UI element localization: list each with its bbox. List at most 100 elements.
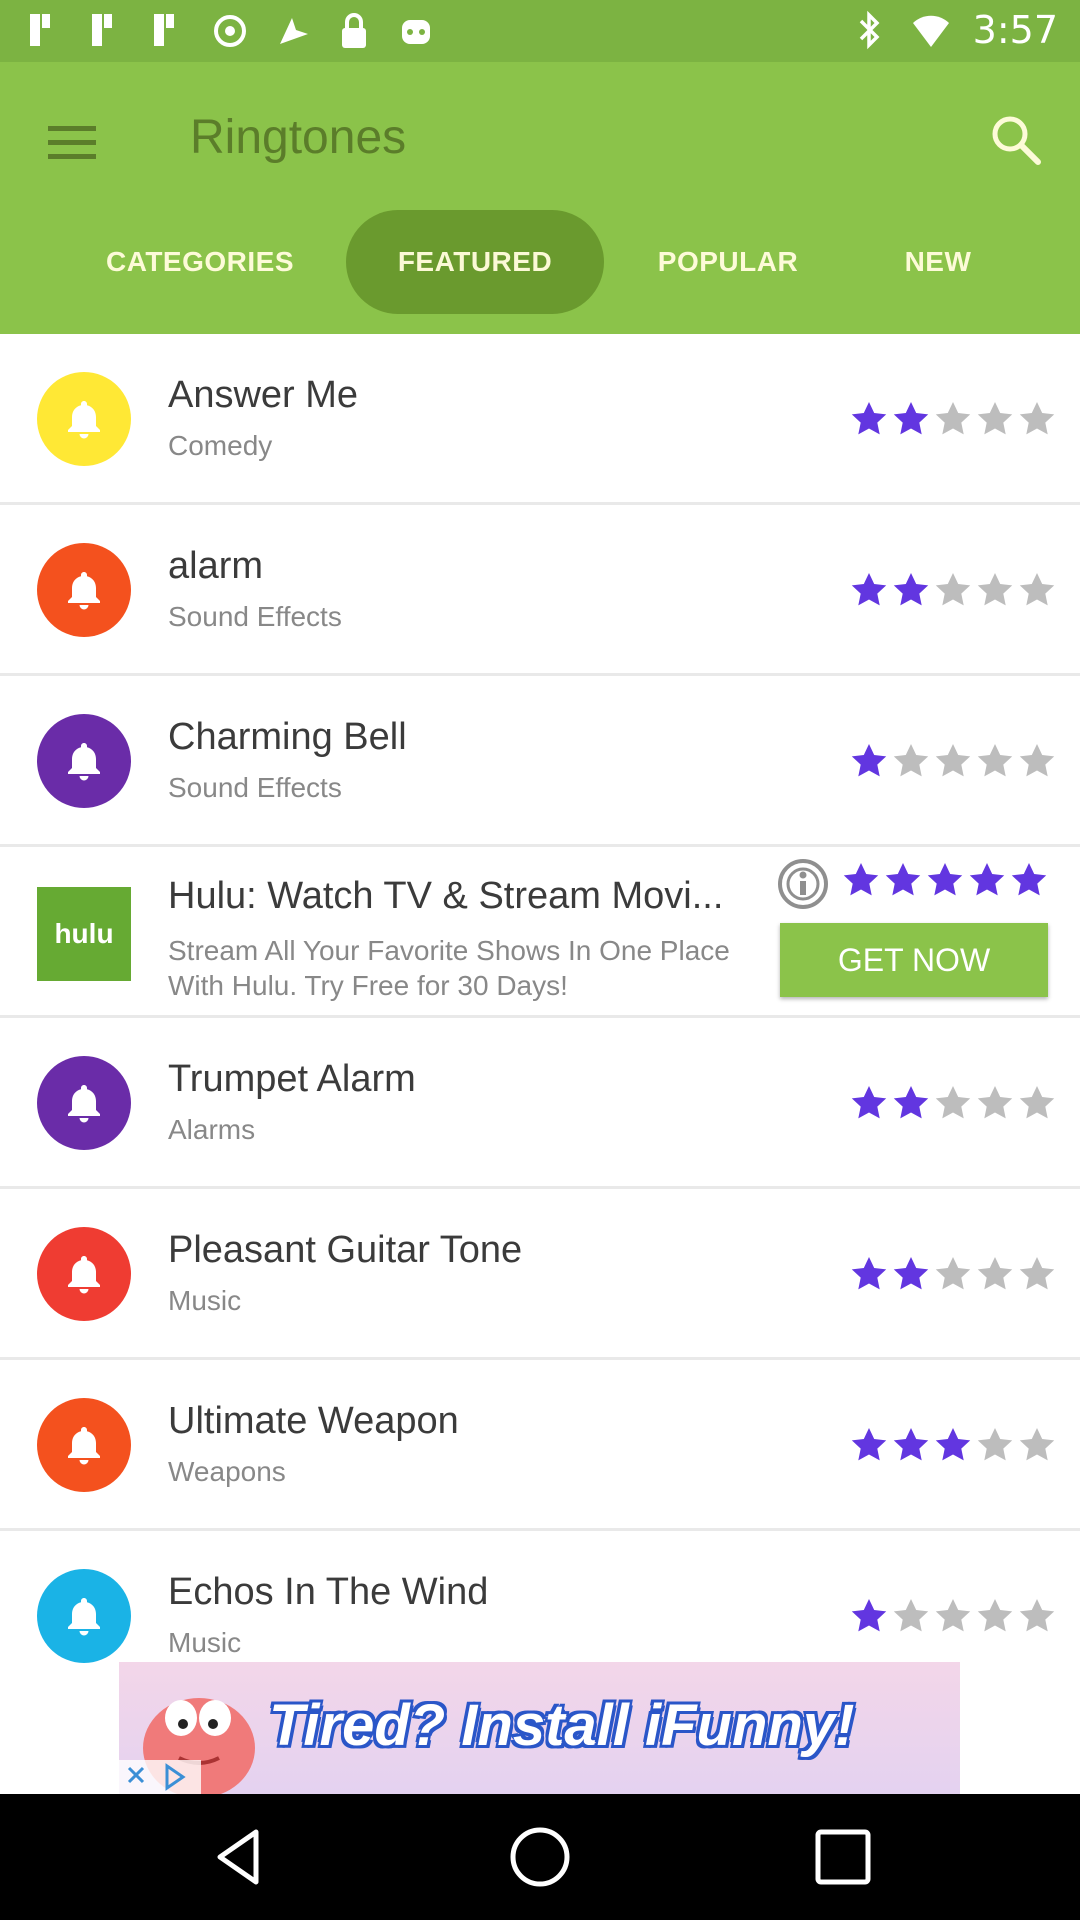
bluetooth-icon <box>859 10 880 50</box>
star-filled-icon <box>885 863 921 896</box>
star-filled-icon <box>851 1428 887 1461</box>
rating-stars <box>850 400 1056 438</box>
bell-glyph <box>68 743 100 781</box>
ringtone-category: Comedy <box>168 430 273 461</box>
list-item[interactable]: alarm Sound Effects <box>0 505 1080 676</box>
lock-icon <box>342 13 366 48</box>
list-item[interactable]: Answer Me Comedy <box>0 334 1080 505</box>
star-empty-icon <box>1019 1086 1055 1119</box>
wifi-icon <box>912 15 949 47</box>
list-item[interactable]: Charming Bell Sound Effects <box>0 676 1080 847</box>
star-filled-icon <box>893 1428 929 1461</box>
star-filled-icon <box>893 1086 929 1119</box>
bell-glyph <box>68 1256 100 1294</box>
star-empty-icon <box>1019 1428 1055 1461</box>
star-filled-icon <box>851 1086 887 1119</box>
ringtone-title: Ultimate Weapon <box>168 1400 459 1442</box>
ringtone-category: Music <box>168 1627 242 1658</box>
banner-ad[interactable]: Tired? Install iFunny! <box>119 1662 960 1794</box>
rating-stars <box>850 1084 1056 1122</box>
ringtone-title: Echos In The Wind <box>168 1571 489 1613</box>
star-filled-icon <box>851 744 887 777</box>
banner-ad-text: Tired? Install iFunny! <box>269 1693 855 1758</box>
system-nav-bar <box>0 1794 1080 1920</box>
status-bar: 3:57 <box>0 0 1080 62</box>
bell-icon <box>37 1398 131 1492</box>
ringtone-category: Sound Effects <box>168 601 342 632</box>
hamburger-menu-icon[interactable] <box>44 114 100 170</box>
fake-gps-icon <box>280 18 308 44</box>
star-empty-icon <box>935 402 971 435</box>
ringtone-category: Sound Effects <box>168 772 342 803</box>
star-empty-icon <box>1019 1257 1055 1290</box>
home-icon[interactable] <box>507 1824 573 1890</box>
ringtone-title: Pleasant Guitar Tone <box>168 1229 523 1271</box>
slack-icon <box>154 14 174 46</box>
star-filled-icon <box>893 1257 929 1290</box>
ringtone-title: Answer Me <box>168 374 359 416</box>
ringtone-category: Music <box>168 1285 242 1316</box>
vpn-key-icon <box>214 15 246 47</box>
android-icon <box>402 20 430 44</box>
star-filled-icon <box>927 863 963 896</box>
star-empty-icon <box>935 1086 971 1119</box>
rating-stars <box>850 742 1056 780</box>
list-item[interactable]: Pleasant Guitar Tone Music <box>0 1189 1080 1360</box>
back-icon[interactable] <box>206 1824 272 1890</box>
bell-glyph <box>68 1085 100 1123</box>
star-empty-icon <box>893 1599 929 1632</box>
app-bar: Ringtones CATEGORIES FEATURED POPULAR NE… <box>0 62 1080 334</box>
rating-stars <box>850 1426 1056 1464</box>
bell-glyph <box>68 1427 100 1465</box>
star-empty-icon <box>935 744 971 777</box>
star-filled-icon <box>1011 863 1047 896</box>
clock: 3:57 <box>972 8 1058 52</box>
ad-title: Hulu: Watch TV & Stream Movi... <box>168 875 724 917</box>
tab-bar: CATEGORIES FEATURED POPULAR NEW <box>0 210 1080 314</box>
list-item[interactable]: Ultimate Weapon Weapons <box>0 1360 1080 1531</box>
star-filled-icon <box>893 573 929 606</box>
star-filled-icon <box>851 402 887 435</box>
tab-categories[interactable]: CATEGORIES <box>80 210 320 314</box>
sponsored-ad-row[interactable]: hulu Hulu: Watch TV & Stream Movi... Str… <box>0 847 1080 1018</box>
star-empty-icon <box>1019 573 1055 606</box>
star-empty-icon <box>935 573 971 606</box>
star-empty-icon <box>1019 402 1055 435</box>
rating-stars <box>850 571 1056 609</box>
star-empty-icon <box>977 573 1013 606</box>
tab-new[interactable]: NEW <box>866 210 1010 314</box>
get-now-button[interactable]: GET NOW <box>780 923 1048 997</box>
star-empty-icon <box>977 1428 1013 1461</box>
bell-icon <box>37 1227 131 1321</box>
tab-popular[interactable]: POPULAR <box>634 210 822 314</box>
ringtone-title: Trumpet Alarm <box>168 1058 416 1100</box>
star-filled-icon <box>843 863 879 896</box>
star-empty-icon <box>893 744 929 777</box>
ad-info-icon[interactable] <box>776 857 830 911</box>
status-left-icons <box>24 10 436 52</box>
star-empty-icon <box>977 1257 1013 1290</box>
star-empty-icon <box>1019 744 1055 777</box>
ringtone-title: alarm <box>168 545 264 587</box>
star-empty-icon <box>977 744 1013 777</box>
tab-featured[interactable]: FEATURED <box>346 210 604 314</box>
page-title: Ringtones <box>190 111 407 164</box>
recents-icon[interactable] <box>810 1824 876 1890</box>
star-empty-icon <box>935 1257 971 1290</box>
bell-icon <box>37 372 131 466</box>
bell-glyph <box>68 1598 100 1636</box>
status-right-icons: 3:57 <box>849 8 1058 52</box>
slack-icon <box>92 14 112 46</box>
star-filled-icon <box>935 1428 971 1461</box>
list-item[interactable]: Trumpet Alarm Alarms <box>0 1018 1080 1189</box>
adchoices-icon[interactable] <box>119 1760 201 1794</box>
bell-icon <box>37 714 131 808</box>
bell-icon <box>37 543 131 637</box>
star-empty-icon <box>977 402 1013 435</box>
ad-rating-stars <box>842 861 1048 899</box>
ad-description: Stream All Your Favorite Shows In One Pl… <box>168 935 730 1001</box>
rating-stars <box>850 1597 1056 1635</box>
search-icon[interactable] <box>986 110 1046 170</box>
star-empty-icon <box>977 1086 1013 1119</box>
ringtone-category: Weapons <box>168 1456 286 1487</box>
